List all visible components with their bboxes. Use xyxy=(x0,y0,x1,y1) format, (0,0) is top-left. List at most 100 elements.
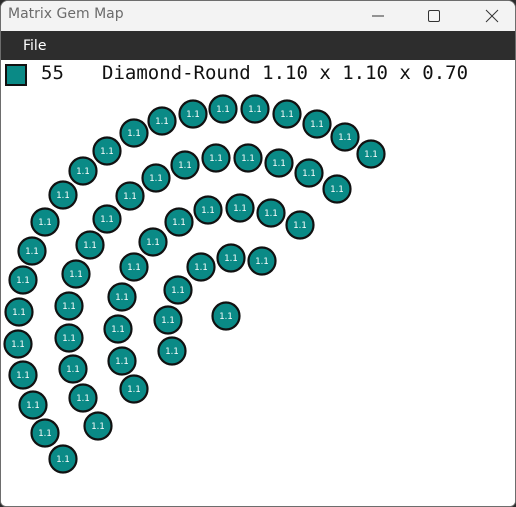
gem-size-label: 1.1 xyxy=(115,293,129,303)
gem-16[interactable]: 1.1 xyxy=(208,94,238,124)
gem-size-label: 1.1 xyxy=(264,209,278,219)
gem-size-label: 1.1 xyxy=(224,254,238,264)
gem-26[interactable]: 1.1 xyxy=(54,291,84,321)
app-window: Matrix Gem Map File 55 Diamond-Round 1.1… xyxy=(0,0,516,507)
gem-size-label: 1.1 xyxy=(209,154,223,164)
gem-33[interactable]: 1.1 xyxy=(201,143,231,173)
gem-23[interactable]: 1.1 xyxy=(68,383,98,413)
gem-25[interactable]: 1.1 xyxy=(54,323,84,353)
gem-size-label: 1.1 xyxy=(66,365,80,375)
gem-12[interactable]: 1.1 xyxy=(92,136,122,166)
gem-size-label: 1.1 xyxy=(310,120,324,130)
gem-size-label: 1.1 xyxy=(127,263,141,273)
gem-size-label: 1.1 xyxy=(127,385,141,395)
gem-43[interactable]: 1.1 xyxy=(138,227,168,257)
gem-31[interactable]: 1.1 xyxy=(141,163,171,193)
gem-10[interactable]: 1.1 xyxy=(48,180,78,210)
gem-22[interactable]: 1.1 xyxy=(83,411,113,441)
gem-3[interactable]: 1.1 xyxy=(18,390,48,420)
gem-size-label: 1.1 xyxy=(161,316,175,326)
gem-38[interactable]: 1.1 xyxy=(119,374,149,404)
gem-7[interactable]: 1.1 xyxy=(8,265,38,295)
gem-size-label: 1.1 xyxy=(219,312,233,322)
gem-size-label: 1.1 xyxy=(16,276,30,286)
gem-size-label: 1.1 xyxy=(255,257,269,267)
gem-size-label: 1.1 xyxy=(123,192,137,202)
gem-39[interactable]: 1.1 xyxy=(107,346,137,376)
gem-size-label: 1.1 xyxy=(56,191,70,201)
gem-size-label: 1.1 xyxy=(216,105,230,115)
gem-49[interactable]: 1.1 xyxy=(157,336,187,366)
gem-55[interactable]: 1.1 xyxy=(211,301,241,331)
gem-9[interactable]: 1.1 xyxy=(30,207,60,237)
gem-27[interactable]: 1.1 xyxy=(61,259,91,289)
gem-11[interactable]: 1.1 xyxy=(68,156,98,186)
gem-size-label: 1.1 xyxy=(178,161,192,171)
gem-50[interactable]: 1.1 xyxy=(153,305,183,335)
gem-13[interactable]: 1.1 xyxy=(119,118,149,148)
gem-52[interactable]: 1.1 xyxy=(186,252,216,282)
gem-35[interactable]: 1.1 xyxy=(264,148,294,178)
gem-48[interactable]: 1.1 xyxy=(285,210,315,240)
gem-2[interactable]: 1.1 xyxy=(30,418,60,448)
gem-21[interactable]: 1.1 xyxy=(356,139,386,169)
gem-size-label: 1.1 xyxy=(11,340,25,350)
gem-size-label: 1.1 xyxy=(186,110,200,120)
gem-20[interactable]: 1.1 xyxy=(330,122,360,152)
gem-30[interactable]: 1.1 xyxy=(115,181,145,211)
gem-1[interactable]: 1.1 xyxy=(48,444,78,474)
gem-size-label: 1.1 xyxy=(293,221,307,231)
gem-28[interactable]: 1.1 xyxy=(75,230,105,260)
gem-53[interactable]: 1.1 xyxy=(216,243,246,273)
gem-8[interactable]: 1.1 xyxy=(17,236,47,266)
gem-size-label: 1.1 xyxy=(62,334,76,344)
gem-size-label: 1.1 xyxy=(26,401,40,411)
gem-47[interactable]: 1.1 xyxy=(256,198,286,228)
gem-44[interactable]: 1.1 xyxy=(164,207,194,237)
gem-size-label: 1.1 xyxy=(76,394,90,404)
gem-5[interactable]: 1.1 xyxy=(3,329,33,359)
gem-34[interactable]: 1.1 xyxy=(233,143,263,173)
gem-18[interactable]: 1.1 xyxy=(272,99,302,129)
gem-size-label: 1.1 xyxy=(149,174,163,184)
gem-46[interactable]: 1.1 xyxy=(225,193,255,223)
gem-41[interactable]: 1.1 xyxy=(107,282,137,312)
gem-size-label: 1.1 xyxy=(146,238,160,248)
gem-54[interactable]: 1.1 xyxy=(247,246,277,276)
gem-size-label: 1.1 xyxy=(330,185,344,195)
gem-layout: 1.1 1.1 1.1 1.1 1.1 1.1 1.1 1.1 1.1 1.1 1.1 1.1 1.1 1… xyxy=(3,94,386,474)
gem-size-label: 1.1 xyxy=(91,422,105,432)
gem-size-label: 1.1 xyxy=(194,263,208,273)
gem-37[interactable]: 1.1 xyxy=(322,174,352,204)
gem-size-label: 1.1 xyxy=(56,455,70,465)
gem-size-label: 1.1 xyxy=(62,302,76,312)
gem-24[interactable]: 1.1 xyxy=(58,354,88,384)
gem-36[interactable]: 1.1 xyxy=(294,158,324,188)
gem-14[interactable]: 1.1 xyxy=(147,106,177,136)
gem-29[interactable]: 1.1 xyxy=(92,204,122,234)
gem-6[interactable]: 1.1 xyxy=(4,297,34,327)
gem-size-label: 1.1 xyxy=(25,247,39,257)
gem-32[interactable]: 1.1 xyxy=(170,150,200,180)
gem-size-label: 1.1 xyxy=(233,204,247,214)
gem-15[interactable]: 1.1 xyxy=(178,99,208,129)
gem-size-label: 1.1 xyxy=(38,218,52,228)
gem-size-label: 1.1 xyxy=(172,218,186,228)
gem-size-label: 1.1 xyxy=(38,429,52,439)
gem-size-label: 1.1 xyxy=(280,110,294,120)
gem-51[interactable]: 1.1 xyxy=(163,275,193,305)
gem-size-label: 1.1 xyxy=(100,147,114,157)
gem-size-label: 1.1 xyxy=(115,357,129,367)
gem-size-label: 1.1 xyxy=(302,169,316,179)
gem-size-label: 1.1 xyxy=(155,117,169,127)
gem-19[interactable]: 1.1 xyxy=(302,109,332,139)
gem-size-label: 1.1 xyxy=(16,371,30,381)
gem-17[interactable]: 1.1 xyxy=(240,94,270,124)
gem-size-label: 1.1 xyxy=(69,270,83,280)
gem-40[interactable]: 1.1 xyxy=(103,314,133,344)
gem-size-label: 1.1 xyxy=(165,347,179,357)
gem-4[interactable]: 1.1 xyxy=(8,360,38,390)
gem-42[interactable]: 1.1 xyxy=(119,252,149,282)
gem-45[interactable]: 1.1 xyxy=(193,195,223,225)
gem-size-label: 1.1 xyxy=(83,241,97,251)
